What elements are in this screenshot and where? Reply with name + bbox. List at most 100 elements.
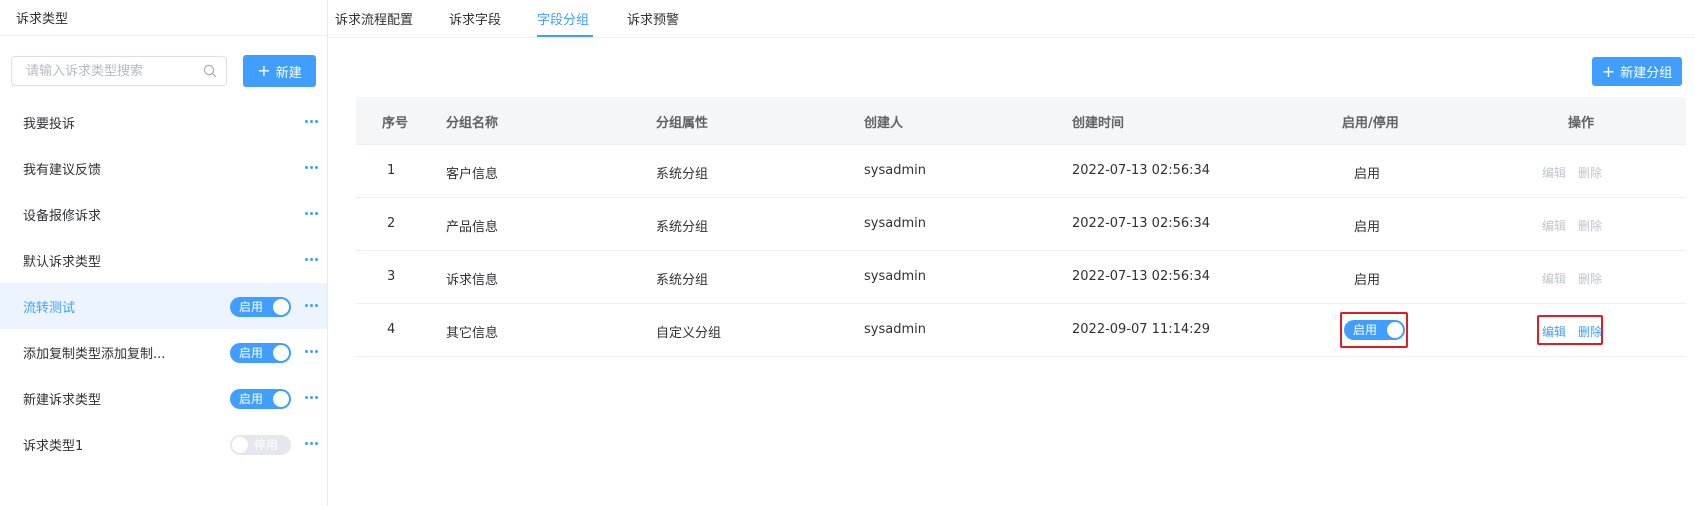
cell-group-attr: 自定义分组 (656, 326, 722, 341)
switch-knob (273, 345, 289, 361)
cell-creator: sysadmin (864, 322, 926, 337)
new-type-button[interactable]: + 新建 (243, 55, 316, 87)
cell-created-time: 2022-07-13 02:56:34 (1072, 269, 1211, 284)
tab-bar: 诉求流程配置 诉求字段 字段分组 诉求预警 (328, 0, 1695, 38)
field-group-table: 序号 分组名称 分组属性 创建人 创建时间 启用/停用 操作 1 客户信息 系统分组… (356, 97, 1686, 357)
tab-fields[interactable]: 诉求字段 (449, 9, 501, 28)
cell-status: 启用 (1354, 167, 1381, 182)
edit-link[interactable]: 编辑 (1542, 323, 1566, 340)
cell-group-name: 产品信息 (446, 220, 499, 235)
edit-link[interactable]: 编辑 (1542, 164, 1566, 181)
type-status-switch[interactable]: 停用 (230, 435, 291, 455)
type-sidebar: 诉求类型 + 新建 我要投诉我有建议反馈设备报修诉求默认诉求类型流转测试启用添加… (0, 0, 328, 506)
type-item-label: 诉求类型1 (23, 438, 84, 454)
more-horizontal-icon[interactable] (305, 116, 319, 126)
table-body: 1 客户信息 系统分组 sysadmin 2022-07-13 02:56:34 启用 编辑… (356, 145, 1686, 357)
new-group-button[interactable]: + 新建分组 (1592, 57, 1682, 86)
switch-text: 启用 (1353, 323, 1378, 337)
type-item-label: 我有建议反馈 (23, 162, 102, 178)
switch-knob (232, 437, 248, 453)
type-item-label: 默认诉求类型 (23, 254, 102, 270)
cell-no: 4 (387, 322, 396, 337)
cell-status: 启用 (1354, 220, 1381, 235)
type-item-label: 我要投诉 (23, 116, 76, 132)
group-status-switch[interactable]: 启用 (1344, 320, 1405, 340)
more-horizontal-icon[interactable] (305, 346, 319, 356)
cell-group-name: 其它信息 (446, 326, 499, 341)
switch-knob (1387, 322, 1403, 338)
delete-link[interactable]: 删除 (1578, 217, 1602, 234)
type-list-item[interactable]: 我有建议反馈 (0, 145, 327, 191)
type-list-item[interactable]: 流转测试 启用 (0, 283, 327, 329)
cell-group-name: 诉求信息 (446, 273, 499, 288)
search-icon[interactable] (202, 63, 218, 79)
type-list: 我要投诉 我有建议反馈 设备报修诉求 默认诉求类型 流转测试 启用 添加复制类型添加复制..… (0, 99, 327, 467)
type-list-item[interactable]: 默认诉求类型 (0, 237, 327, 283)
cell-created-time: 2022-07-13 02:56:34 (1072, 163, 1211, 178)
delete-link[interactable]: 删除 (1578, 323, 1602, 340)
sidebar-title: 诉求类型 (16, 12, 69, 27)
type-search-box[interactable] (11, 56, 227, 86)
type-item-label: 设备报修诉求 (23, 208, 102, 224)
table-header: 序号 分组名称 分组属性 创建人 创建时间 启用/停用 操作 (356, 97, 1686, 145)
sidebar-title-divider (0, 35, 328, 36)
cell-no: 1 (387, 163, 396, 178)
cell-status: 启用 (1354, 273, 1381, 288)
cell-group-attr: 系统分组 (656, 220, 709, 235)
cell-creator: sysadmin (864, 269, 926, 284)
col-status: 启用/停用 (1342, 116, 1399, 131)
switch-text: 启用 (239, 346, 264, 360)
switch-text: 启用 (239, 300, 264, 314)
plus-icon: + (257, 61, 271, 80)
switch-text: 启用 (239, 392, 264, 406)
cell-group-name: 客户信息 (446, 167, 499, 182)
col-created-time: 创建时间 (1072, 116, 1125, 131)
more-horizontal-icon[interactable] (305, 162, 319, 172)
type-status-switch[interactable]: 启用 (230, 389, 291, 409)
type-list-item[interactable]: 新建诉求类型 启用 (0, 375, 327, 421)
active-tab-indicator (537, 35, 593, 37)
table-row: 4 其它信息 自定义分组 sysadmin 2022-09-07 11:14:29 启用 编… (356, 304, 1686, 357)
switch-text: 停用 (254, 438, 279, 452)
delete-link[interactable]: 删除 (1578, 164, 1602, 181)
more-horizontal-icon[interactable] (305, 438, 319, 448)
table-row: 2 产品信息 系统分组 sysadmin 2022-07-13 02:56:34 启用 编辑… (356, 198, 1686, 251)
col-group-name: 分组名称 (446, 116, 499, 131)
col-actions: 操作 (1568, 116, 1595, 131)
more-horizontal-icon[interactable] (305, 254, 319, 264)
table-row: 3 诉求信息 系统分组 sysadmin 2022-07-13 02:56:34 启用 编辑… (356, 251, 1686, 304)
edit-link[interactable]: 编辑 (1542, 270, 1566, 287)
type-item-label: 流转测试 (23, 300, 76, 316)
more-horizontal-icon[interactable] (305, 392, 319, 402)
type-item-label: 添加复制类型添加复制... (23, 346, 166, 362)
new-group-button-label: 新建分组 (1620, 66, 1673, 81)
tab-field-groups[interactable]: 字段分组 (537, 9, 589, 28)
new-type-button-label: 新建 (275, 65, 302, 81)
more-horizontal-icon[interactable] (305, 300, 319, 310)
col-no: 序号 (382, 116, 409, 131)
tab-process-config[interactable]: 诉求流程配置 (335, 9, 413, 28)
cell-creator: sysadmin (864, 216, 926, 231)
plus-icon: + (1601, 61, 1616, 81)
type-item-label: 新建诉求类型 (23, 392, 102, 408)
cell-group-attr: 系统分组 (656, 273, 709, 288)
type-list-item[interactable]: 添加复制类型添加复制... 启用 (0, 329, 327, 375)
cell-created-time: 2022-07-13 02:56:34 (1072, 216, 1211, 231)
type-status-switch[interactable]: 启用 (230, 297, 291, 317)
cell-creator: sysadmin (864, 163, 926, 178)
tab-alerts[interactable]: 诉求预警 (627, 9, 679, 28)
cell-no: 3 (387, 269, 396, 284)
type-search-input[interactable] (12, 57, 198, 85)
table-row: 1 客户信息 系统分组 sysadmin 2022-07-13 02:56:34 启用 编辑… (356, 145, 1686, 198)
type-list-item[interactable]: 诉求类型1 停用 (0, 421, 327, 467)
col-group-attr: 分组属性 (656, 116, 709, 131)
edit-link[interactable]: 编辑 (1542, 217, 1566, 234)
switch-knob (273, 299, 289, 315)
delete-link[interactable]: 删除 (1578, 270, 1602, 287)
cell-created-time: 2022-09-07 11:14:29 (1072, 322, 1211, 337)
more-horizontal-icon[interactable] (305, 208, 319, 218)
type-status-switch[interactable]: 启用 (230, 343, 291, 363)
type-list-item[interactable]: 我要投诉 (0, 99, 327, 145)
cell-group-attr: 系统分组 (656, 167, 709, 182)
type-list-item[interactable]: 设备报修诉求 (0, 191, 327, 237)
